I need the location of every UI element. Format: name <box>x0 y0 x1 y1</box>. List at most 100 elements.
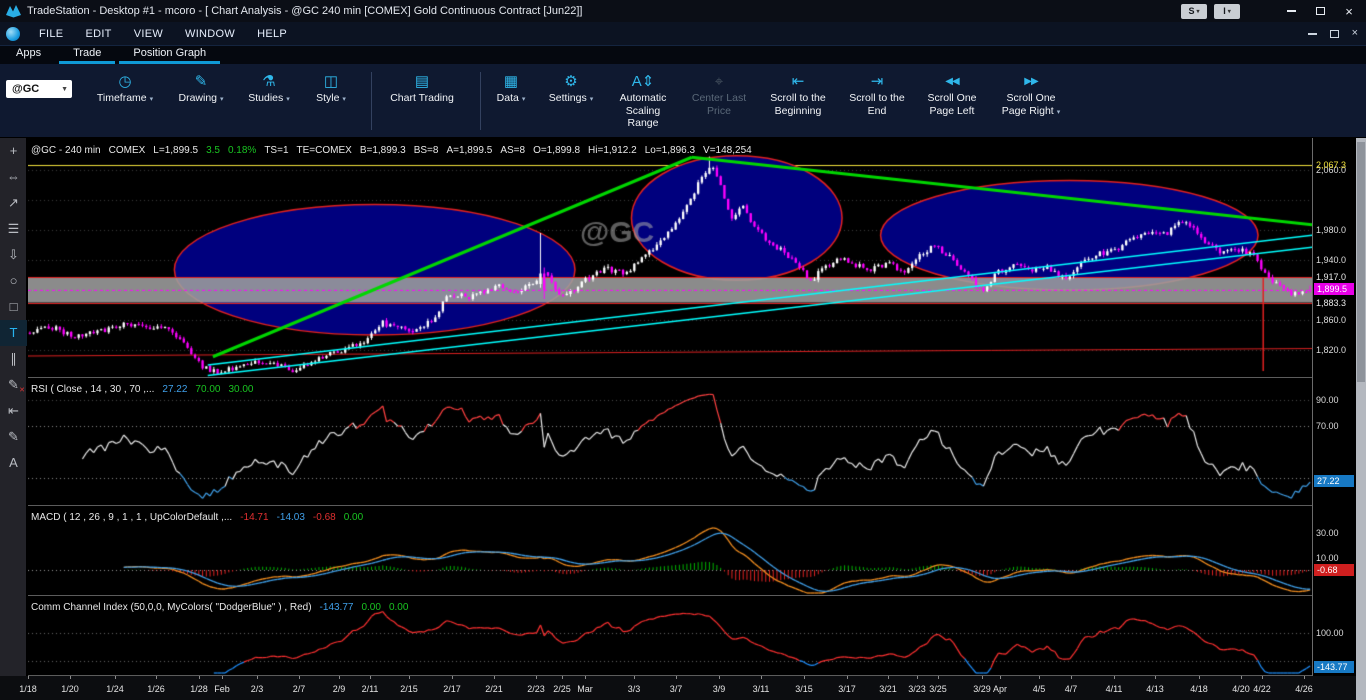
time-label: 4/5 <box>1033 684 1046 694</box>
skip-to-start-icon: ⇤ <box>792 72 805 92</box>
minimize-button[interactable] <box>1280 3 1302 19</box>
time-tick <box>982 676 983 679</box>
candlestick-icon: ◫ <box>324 72 338 92</box>
close-button[interactable]: × <box>1338 3 1360 19</box>
pencil-tool-icon[interactable]: ✎ <box>0 424 27 450</box>
toolbar-center-last-price-button: ⌖Center LastPrice <box>686 72 752 117</box>
pane-separator[interactable] <box>28 595 1356 596</box>
text-tool-icon[interactable]: T <box>0 320 27 346</box>
tab-position-graph[interactable]: Position Graph <box>117 46 222 64</box>
restore-icon <box>1316 7 1325 15</box>
time-label: Mar <box>577 684 593 694</box>
parallel-lines-tool-icon[interactable]: ∥ <box>0 346 27 372</box>
cci-value: 0.00 <box>361 602 380 613</box>
price-chart-canvas[interactable] <box>28 138 1312 377</box>
toolbar-center-last-price-label: Center LastPrice <box>692 92 746 117</box>
price-axis[interactable]: 2,060.01,980.01,940.01,860.01,820.02,067… <box>1312 138 1356 700</box>
quote-field: B=1,899.3 <box>360 145 406 156</box>
time-tick <box>494 676 495 679</box>
time-tick <box>676 676 677 679</box>
ellipse-tool-icon: ○ <box>10 273 18 288</box>
parallel-lines-tool-icon: ∥ <box>10 351 17 366</box>
cci-title: Comm Channel Index (50,0,0, MyColors( "D… <box>31 602 312 613</box>
tradestation-app: TradeStation - Desktop #1 - mcoro - [ Ch… <box>0 0 1366 700</box>
snap-tool-icon[interactable]: ⇤ <box>0 398 27 424</box>
child-close-icon[interactable]: × <box>1352 27 1358 40</box>
time-label: 4/26 <box>1295 684 1313 694</box>
toolbar-scroll-beginning-button[interactable]: ⇤Scroll to theBeginning <box>760 72 836 117</box>
chevron-down-icon: ▾ <box>220 96 224 103</box>
toolbar-settings-button[interactable]: ⚙Settings▾ <box>542 72 600 105</box>
time-label: 3/25 <box>929 684 947 694</box>
quick-i-label: I <box>1223 6 1226 16</box>
menu-view[interactable]: VIEW <box>123 22 174 45</box>
child-restore-icon[interactable] <box>1330 30 1339 38</box>
drawing-menu-icon[interactable]: ☰ <box>0 216 27 242</box>
time-label: 4/22 <box>1253 684 1271 694</box>
child-minimize-icon[interactable] <box>1308 33 1317 35</box>
toolbar-drawing-button[interactable]: ✎Drawing▾ <box>170 72 232 105</box>
menu-file[interactable]: FILE <box>28 22 74 45</box>
crosshair-tool-icon[interactable]: + <box>0 138 27 164</box>
pane-separator[interactable] <box>28 505 1356 506</box>
quote-field: V=148,254 <box>703 145 752 156</box>
macd-value: -0.68 <box>313 512 336 523</box>
chevron-down-icon: ▼ <box>61 86 68 93</box>
toolbar-scroll-page-right-button[interactable]: ▶▶Scroll OnePage Right▾ <box>994 72 1068 117</box>
eraser-tool-icon[interactable]: ✎✕ <box>0 372 27 398</box>
rsi-study-label: RSI ( Close , 14 , 30 , 70 ,...27.2270.0… <box>31 379 261 397</box>
text-tool-icon: T <box>10 325 18 340</box>
price-tick-label: 1,940.0 <box>1316 255 1346 265</box>
pointer-tool-icon: ⇔ <box>7 169 20 184</box>
symbol-input[interactable]: @GC ▼ <box>6 80 72 98</box>
time-tick <box>1071 676 1072 679</box>
tab-apps[interactable]: Apps <box>0 46 57 64</box>
menu-help[interactable]: HELP <box>246 22 298 45</box>
menu-edit[interactable]: EDIT <box>74 22 122 45</box>
ellipse-tool-icon[interactable]: ○ <box>0 268 27 294</box>
rsi-value: 70.00 <box>195 384 220 395</box>
time-label: 3/11 <box>753 684 770 694</box>
vertical-scrollbar[interactable] <box>1356 138 1366 700</box>
restore-button[interactable] <box>1309 3 1331 19</box>
time-tick <box>1000 676 1001 679</box>
toolbar-chart-trading-button[interactable]: ▤Chart Trading <box>379 72 465 105</box>
trendline-tool-icon[interactable]: ↗ <box>0 190 27 216</box>
toolbar-style-button[interactable]: ◫Style▾ <box>306 72 356 105</box>
toolbar-scroll-end-button[interactable]: ⇥Scroll to theEnd <box>844 72 910 117</box>
macd-tick-label: 30.00 <box>1316 528 1339 538</box>
time-label: 4/11 <box>1106 684 1123 694</box>
menu-window[interactable]: WINDOW <box>174 22 246 45</box>
snap-tool-icon: ⇤ <box>8 403 19 418</box>
scrollbar-thumb[interactable] <box>1357 142 1365 382</box>
quote-field: 0.18% <box>228 145 256 156</box>
time-label: 2/17 <box>443 684 461 694</box>
analytics-tool-icon[interactable]: A <box>0 450 27 476</box>
tab-trade[interactable]: Trade <box>57 46 117 64</box>
eraser-tool-icon: ✎ <box>8 377 19 392</box>
rsi-pane-canvas[interactable] <box>28 378 1312 505</box>
tradestation-menu-logo-icon[interactable] <box>6 27 20 41</box>
arrow-down-tool-icon[interactable]: ⇩ <box>0 242 27 268</box>
quick-i-button[interactable]: I▾ <box>1214 4 1240 19</box>
page-left-icon: ◀◀ <box>945 72 958 92</box>
quick-s-button[interactable]: S▾ <box>1181 4 1207 19</box>
toolbar-auto-scaling-button[interactable]: A⇕AutomaticScalingRange <box>608 72 678 130</box>
quote-field: COMEX <box>109 145 146 156</box>
rectangle-tool-icon[interactable]: □ <box>0 294 27 320</box>
time-axis[interactable]: 1/181/201/241/261/28Feb2/32/72/92/112/15… <box>0 676 1356 700</box>
macd-value: 0.00 <box>344 512 363 523</box>
pointer-tool-icon[interactable]: ⇔ <box>0 164 27 190</box>
auto-scale-icon: A⇕ <box>632 72 655 92</box>
chart-status-line: @GC - 240 minCOMEXL=1,899.53.50.18%TS=1T… <box>31 140 760 158</box>
chevron-down-icon: ▾ <box>1057 109 1061 116</box>
toolbar-separator <box>480 72 481 130</box>
toolbar-auto-scaling-label: AutomaticScalingRange <box>620 92 667 130</box>
toolbar-data-button[interactable]: ▦Data▾ <box>488 72 534 105</box>
toolbar-scroll-page-left-button[interactable]: ◀◀Scroll OnePage Left <box>918 72 986 117</box>
pane-separator[interactable] <box>28 377 1356 378</box>
toolbar-studies-button[interactable]: ⚗Studies▾ <box>240 72 298 105</box>
toolbar-timeframe-button[interactable]: ◷Timeframe▾ <box>88 72 162 105</box>
drawing-menu-icon: ☰ <box>8 221 20 236</box>
analytics-tool-icon: A <box>9 455 18 470</box>
